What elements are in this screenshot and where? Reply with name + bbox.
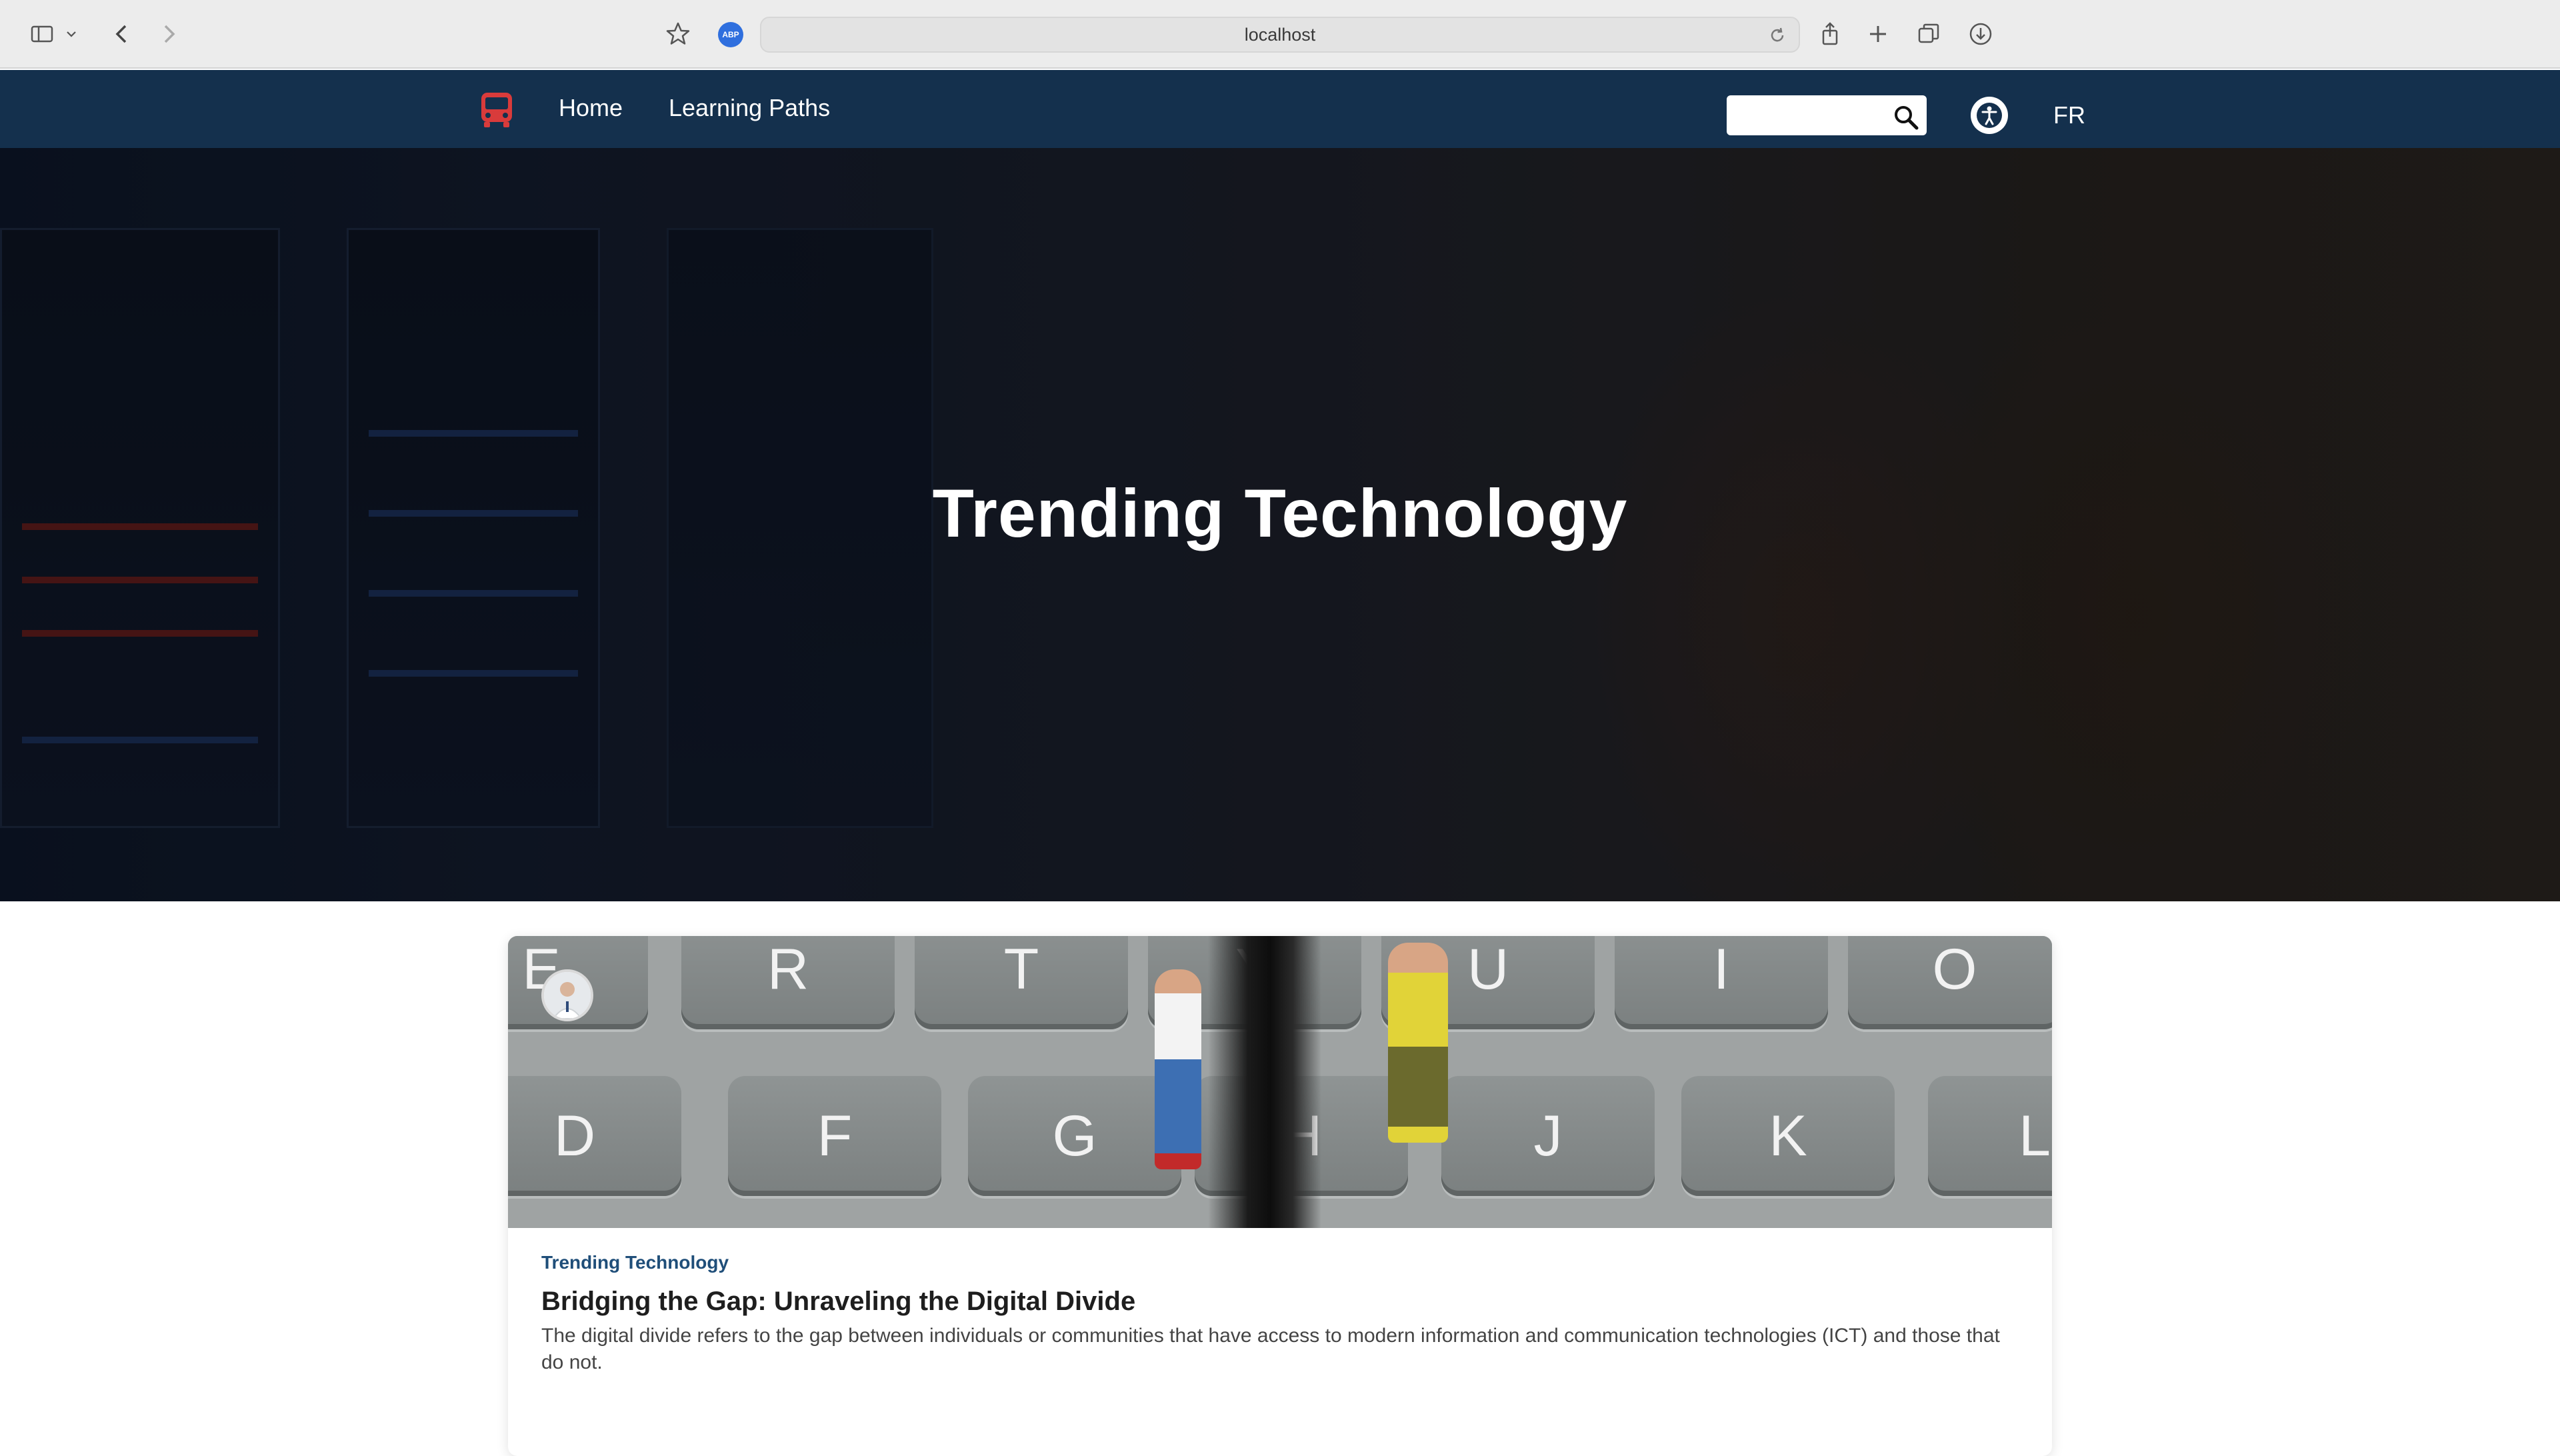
language-toggle[interactable]: FR: [2053, 99, 2085, 132]
article-body: Trending Technology Bridging the Gap: Un…: [541, 1249, 2019, 1376]
accessibility-icon: [1977, 103, 2002, 128]
keyboard-key: T: [915, 936, 1128, 1029]
author-avatar[interactable]: [541, 969, 593, 1021]
address-bar[interactable]: localhost: [760, 17, 1800, 53]
bus-icon[interactable]: [479, 91, 515, 129]
keyboard-key: J: [1441, 1076, 1655, 1196]
share-icon[interactable]: [1813, 17, 1847, 51]
keyboard-key: R: [681, 936, 895, 1029]
article-card[interactable]: E R T Y U I O D F G H J K L Trending Tec…: [508, 936, 2052, 1456]
nav-link-learning-paths[interactable]: Learning Paths: [669, 91, 830, 125]
keyboard-key: F: [728, 1076, 941, 1196]
url-text: localhost: [1244, 24, 1316, 45]
chevron-down-icon[interactable]: [61, 17, 81, 51]
article-category[interactable]: Trending Technology: [541, 1249, 2019, 1276]
keyboard-crack: [1208, 936, 1321, 1228]
star-icon[interactable]: [661, 17, 695, 51]
keyboard-key: O: [1848, 936, 2052, 1029]
author-photo: [544, 972, 591, 1019]
keyboard-key: D: [508, 1076, 681, 1196]
forward-icon[interactable]: [152, 17, 185, 51]
keyboard-key: L: [1928, 1076, 2052, 1196]
reload-icon[interactable]: [1767, 25, 1788, 46]
adblock-icon[interactable]: ABP: [718, 22, 743, 47]
search-icon[interactable]: [1892, 103, 1920, 131]
sidebar-icon[interactable]: [25, 17, 59, 51]
adblock-label: ABP: [722, 30, 739, 39]
article-title[interactable]: Bridging the Gap: Unraveling the Digital…: [541, 1283, 2019, 1320]
figurine-left: [1155, 969, 1201, 1169]
new-tab-icon[interactable]: [1861, 17, 1895, 51]
hero-banner: Trending Technology: [0, 148, 2560, 901]
hero-title: Trending Technology: [932, 475, 1628, 551]
tabs-icon[interactable]: [1912, 17, 1945, 51]
back-icon[interactable]: [105, 17, 139, 51]
article-image: E R T Y U I O D F G H J K L: [508, 936, 2052, 1228]
site-navbar: Home Learning Paths: [0, 70, 2560, 148]
accessibility-button[interactable]: [1971, 97, 2008, 134]
search-box: [1727, 95, 1927, 135]
keyboard-key: G: [968, 1076, 1181, 1196]
search-input[interactable]: [1733, 101, 1880, 130]
browser-toolbar: ABP localhost: [0, 0, 2560, 69]
download-icon[interactable]: [1964, 17, 1997, 51]
nav-link-home[interactable]: Home: [559, 91, 623, 125]
keyboard-key: I: [1615, 936, 1828, 1029]
keyboard-key: K: [1681, 1076, 1895, 1196]
figurine-right: [1388, 943, 1448, 1143]
article-summary: The digital divide refers to the gap bet…: [541, 1325, 2000, 1373]
